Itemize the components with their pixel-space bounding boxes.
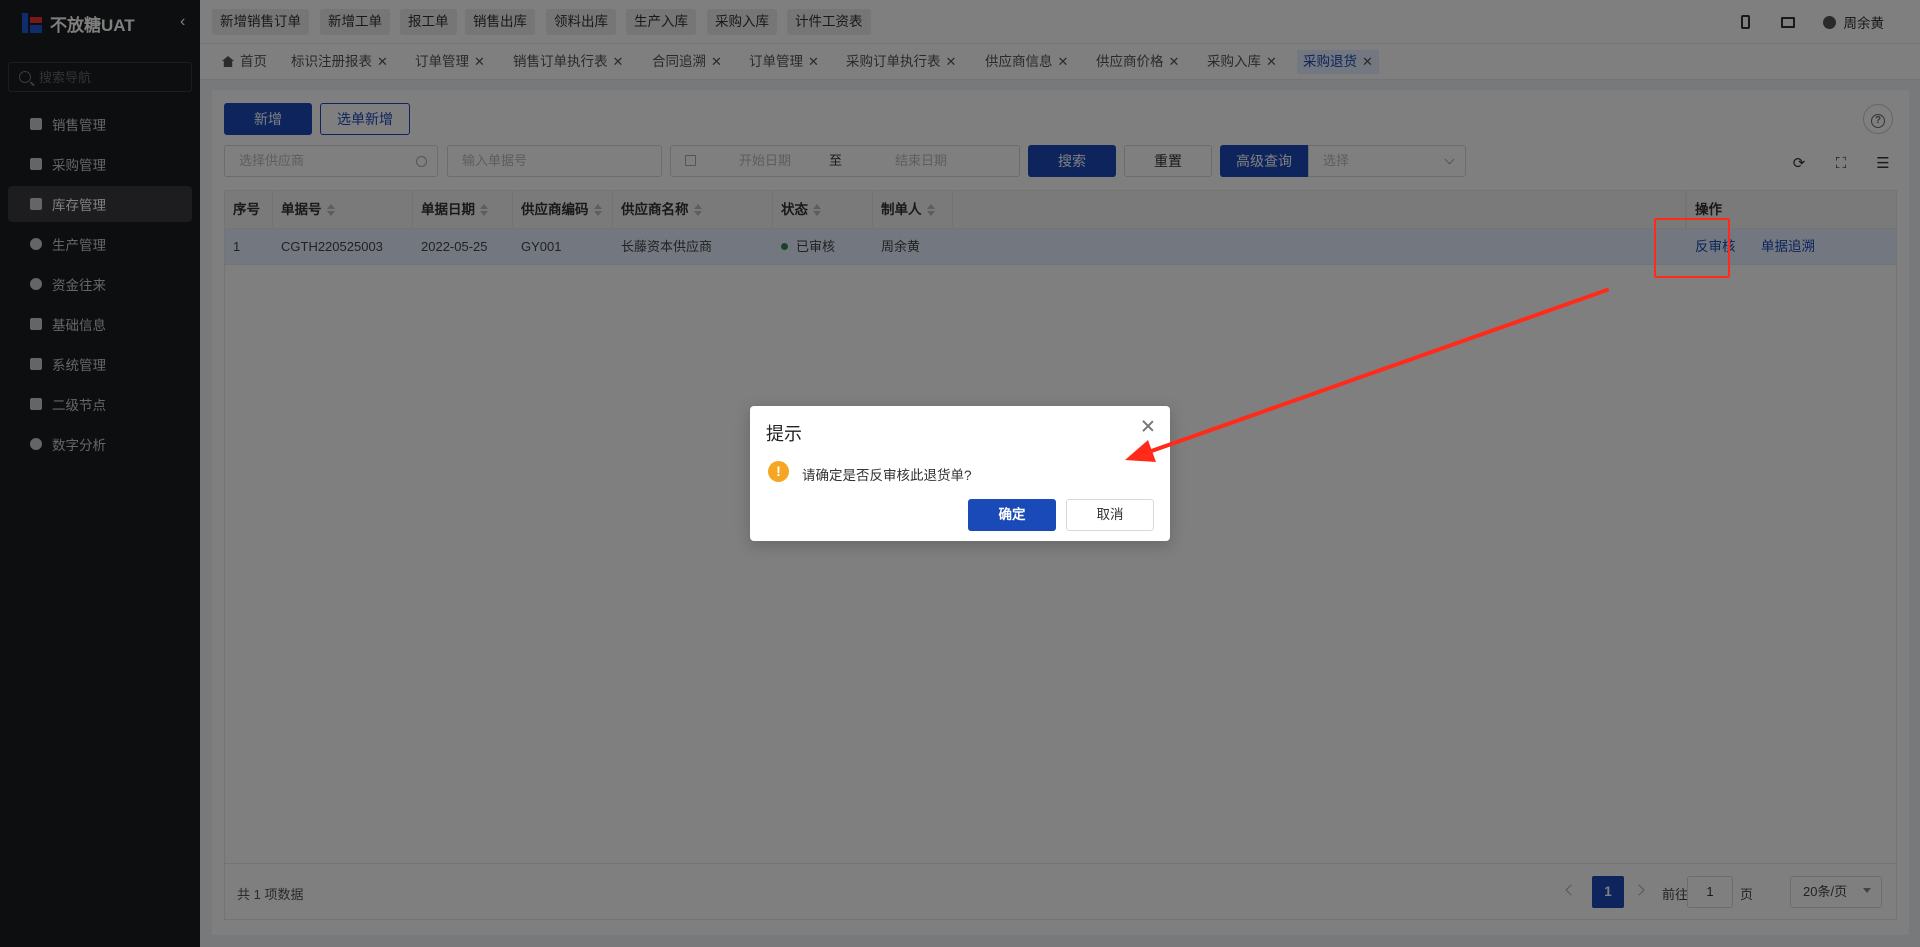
dialog-message: 请确定是否反审核此退货单? xyxy=(802,468,972,483)
confirm-dialog: 提示 ! 请确定是否反审核此退货单? 确定 取消 xyxy=(750,406,1170,541)
close-icon[interactable] xyxy=(1142,420,1154,432)
cancel-button[interactable]: 取消 xyxy=(1066,499,1154,531)
warning-icon: ! xyxy=(768,461,789,482)
dialog-title: 提示 xyxy=(766,424,802,444)
annotation-highlight-box xyxy=(1654,218,1730,278)
confirm-button[interactable]: 确定 xyxy=(968,499,1056,531)
